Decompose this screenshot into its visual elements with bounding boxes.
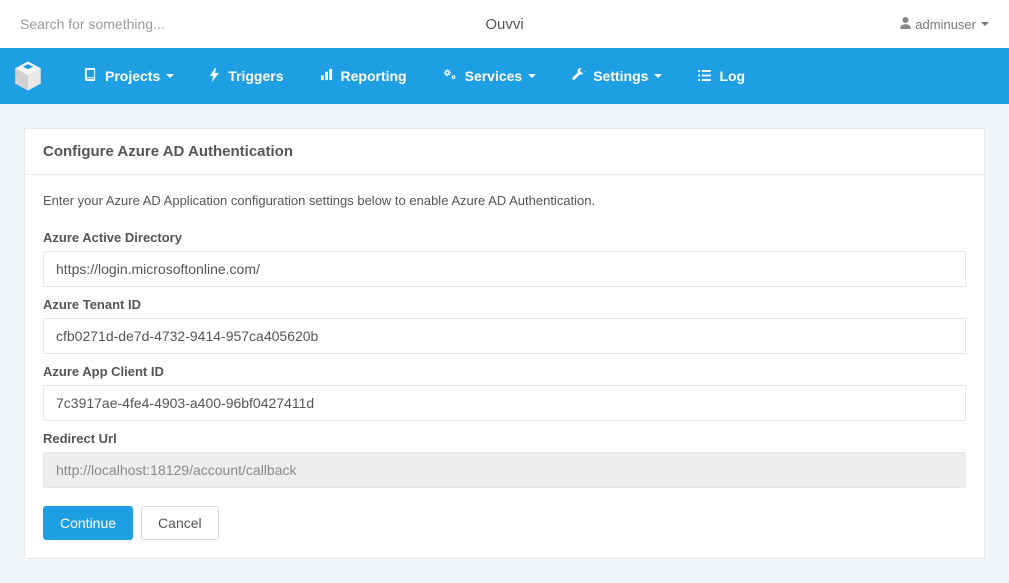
- user-icon: [900, 17, 911, 32]
- nav-settings[interactable]: Settings: [556, 60, 678, 92]
- search-input[interactable]: [20, 16, 320, 32]
- chevron-down-icon: [981, 22, 989, 26]
- cogs-icon: [443, 68, 457, 84]
- nav-log[interactable]: Log: [682, 60, 761, 92]
- nav-label: Log: [719, 68, 745, 84]
- nav-services[interactable]: Services: [427, 60, 553, 92]
- redirect-input: [43, 452, 966, 488]
- book-icon: [84, 68, 97, 84]
- brand-title: Ouvvi: [485, 16, 523, 33]
- nav-projects[interactable]: Projects: [68, 60, 190, 92]
- chevron-down-icon: [166, 74, 174, 78]
- redirect-label: Redirect Url: [43, 431, 966, 446]
- nav-label: Settings: [593, 68, 648, 84]
- config-panel: Configure Azure AD Authentication Enter …: [24, 128, 985, 559]
- nav-label: Triggers: [228, 68, 283, 84]
- aad-input[interactable]: [43, 251, 966, 287]
- app-logo[interactable]: [0, 48, 56, 104]
- list-icon: [698, 69, 711, 84]
- nav-triggers[interactable]: Triggers: [194, 60, 299, 93]
- chevron-down-icon: [654, 74, 662, 78]
- user-menu[interactable]: adminuser: [900, 17, 989, 32]
- nav-label: Projects: [105, 68, 160, 84]
- tenant-input[interactable]: [43, 318, 966, 354]
- aad-label: Azure Active Directory: [43, 230, 966, 245]
- page-title: Configure Azure AD Authentication: [43, 143, 966, 160]
- chart-icon: [320, 68, 333, 84]
- intro-text: Enter your Azure AD Application configur…: [43, 193, 966, 208]
- bolt-icon: [210, 68, 220, 85]
- client-label: Azure App Client ID: [43, 364, 966, 379]
- continue-button[interactable]: Continue: [43, 506, 133, 540]
- nav-label: Reporting: [341, 68, 407, 84]
- nav-label: Services: [465, 68, 523, 84]
- tenant-label: Azure Tenant ID: [43, 297, 966, 312]
- client-input[interactable]: [43, 385, 966, 421]
- wrench-icon: [572, 68, 585, 84]
- username-label: adminuser: [915, 17, 976, 32]
- nav-reporting[interactable]: Reporting: [304, 60, 423, 92]
- cancel-button[interactable]: Cancel: [141, 506, 219, 540]
- chevron-down-icon: [528, 74, 536, 78]
